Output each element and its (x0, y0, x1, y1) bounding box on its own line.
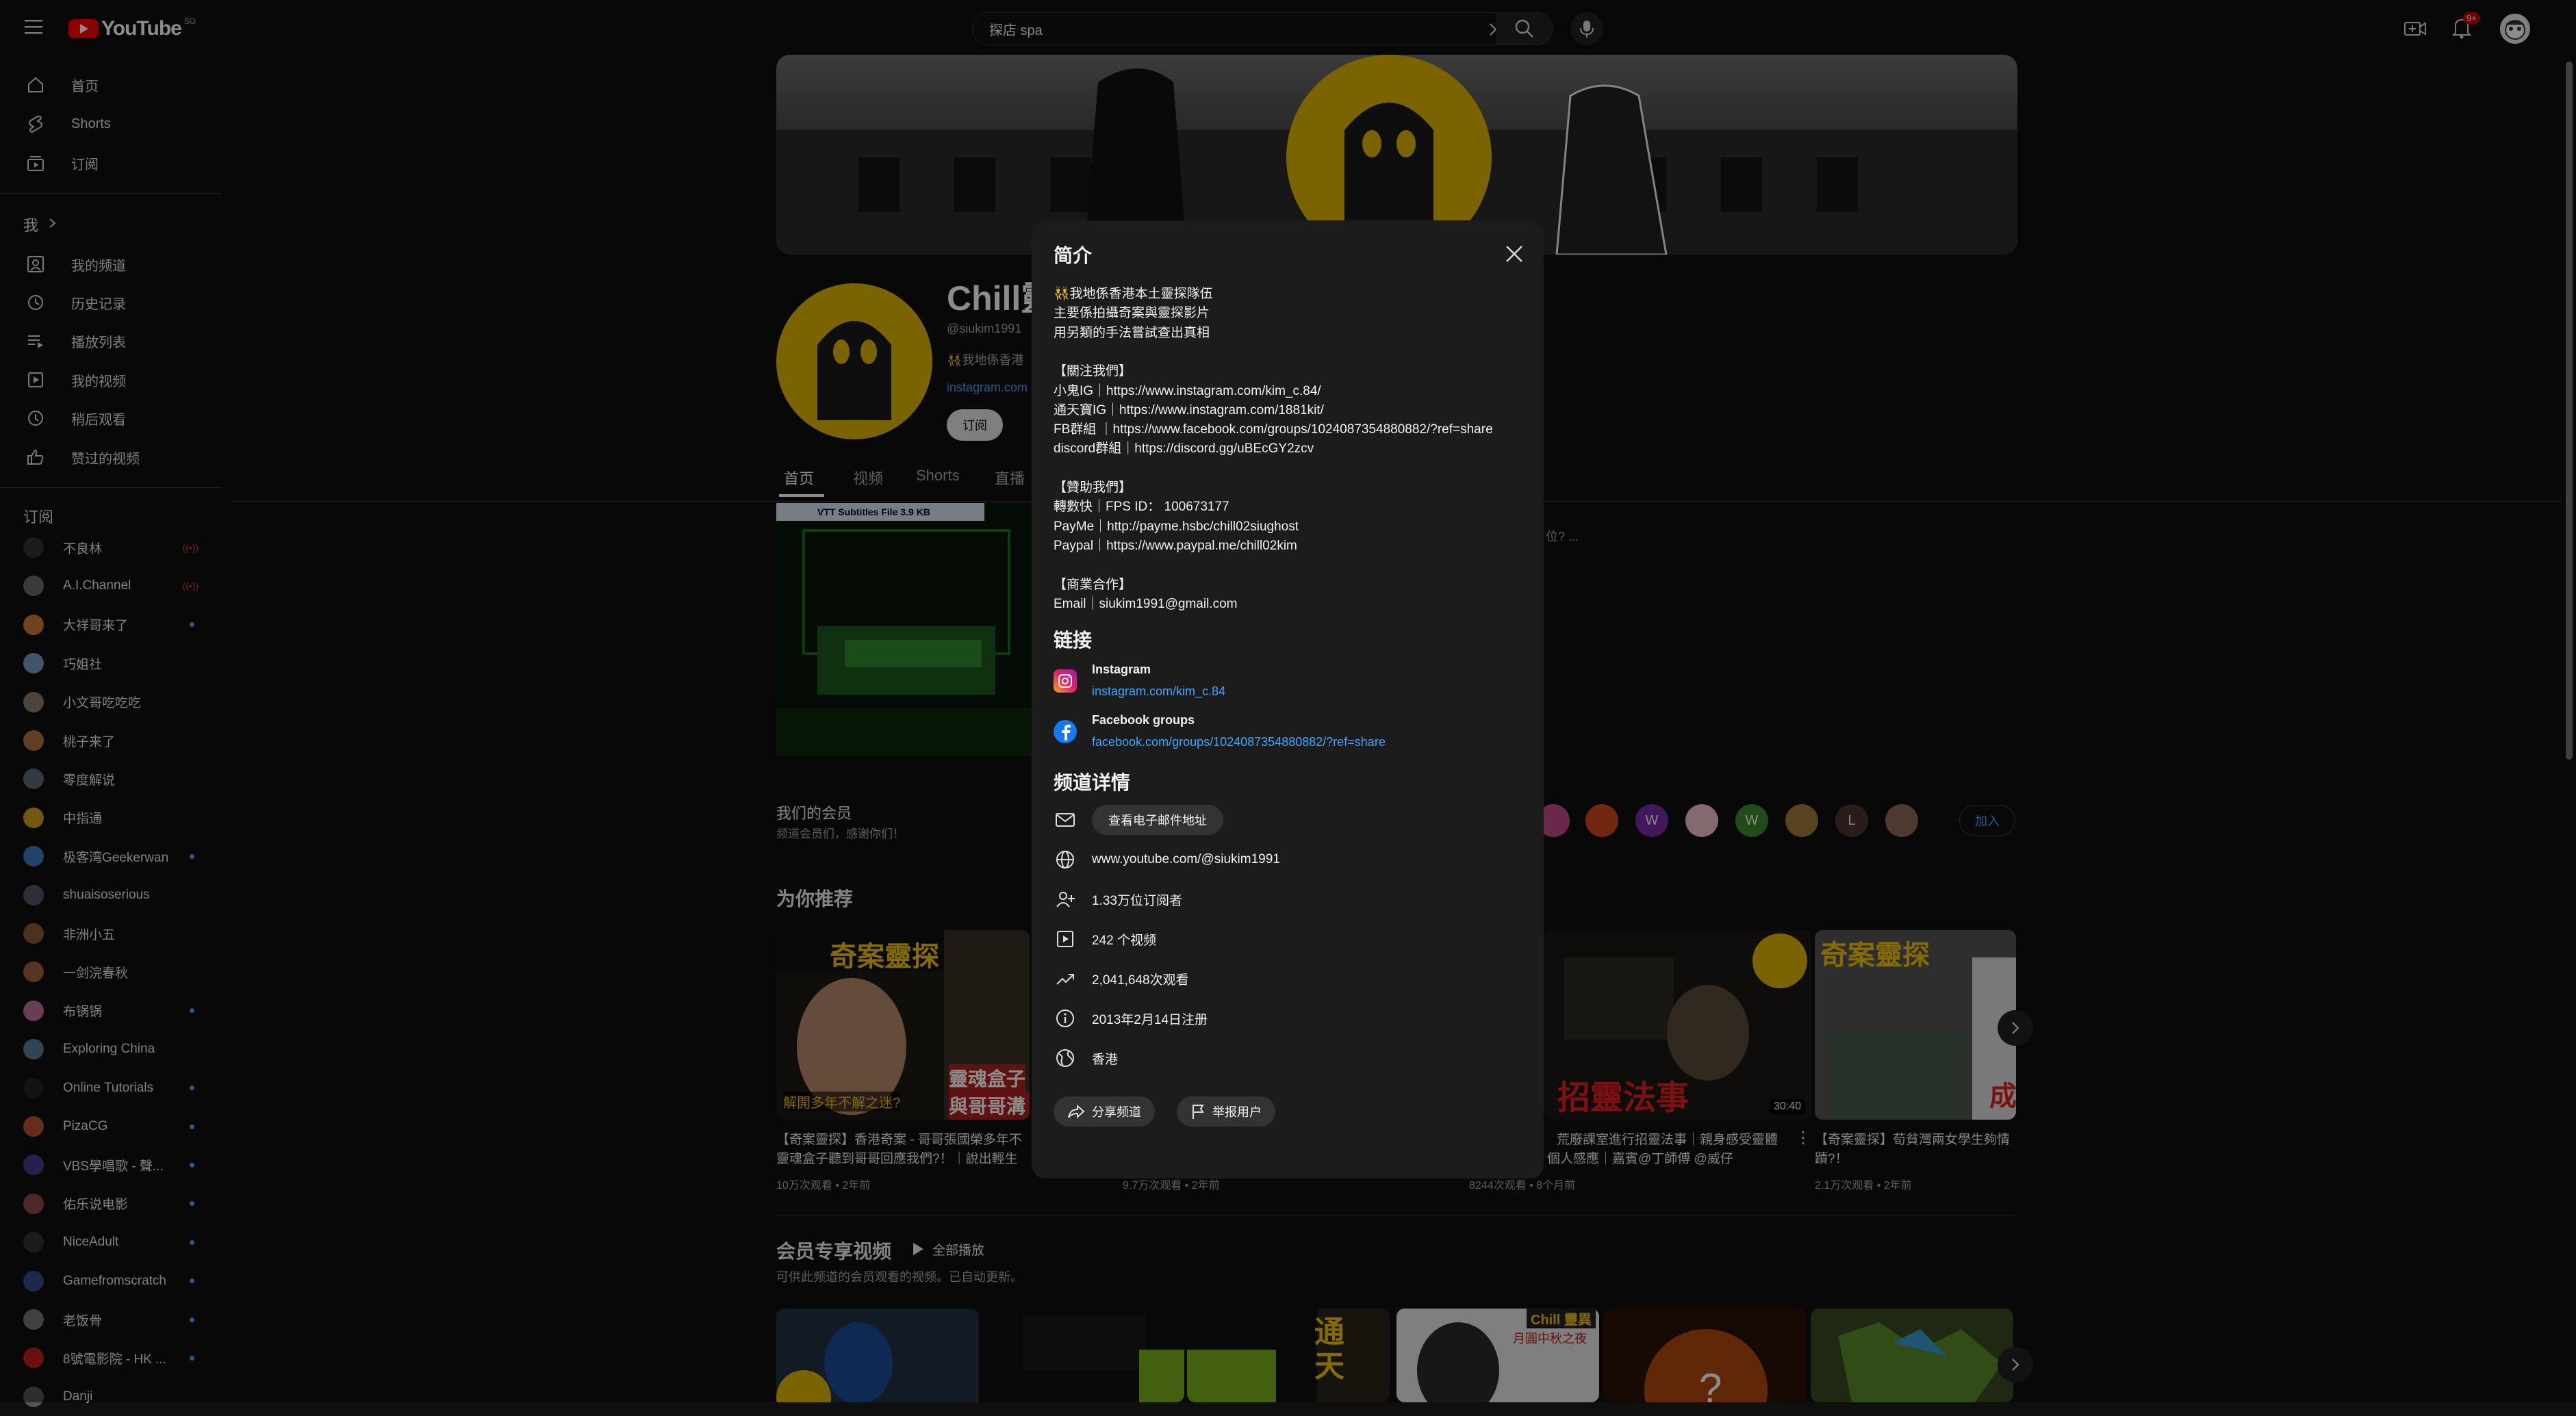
share-channel-button[interactable]: 分享频道 (1054, 1096, 1155, 1127)
details-title: 频道详情 (1054, 772, 1131, 793)
view-email-button[interactable]: 查看电子邮件地址 (1092, 805, 1223, 835)
report-label: 举报用户 (1212, 1105, 1262, 1119)
link-name: Instagram (1092, 662, 1151, 676)
detail-views: 2,041,648次观看 (1054, 965, 1189, 992)
description-line: 【商業合作】 (1054, 577, 1132, 592)
view-count: 2,041,648次观看 (1092, 973, 1189, 988)
website-url[interactable]: www.youtube.com/@siukim1991 (1092, 852, 1280, 867)
link-name: Facebook groups (1092, 713, 1195, 727)
flag-icon (1193, 1105, 1204, 1119)
info-icon (1054, 1007, 1077, 1030)
location: 香港 (1092, 1052, 1119, 1067)
globe-icon (1054, 848, 1077, 871)
description-line: 【贊助我們】 (1054, 480, 1132, 495)
description-line: FB群組 ｜https://www.facebook.com/groups/10… (1054, 422, 1493, 437)
description-line: 【關注我們】 (1054, 364, 1132, 379)
share-icon (1068, 1104, 1085, 1119)
close-button[interactable] (1500, 240, 1529, 268)
link-url[interactable]: facebook.com/groups/1024087354880882/?re… (1092, 735, 1386, 749)
about-title: 简介 (1054, 245, 1093, 266)
share-label: 分享频道 (1092, 1105, 1141, 1119)
instagram-icon (1054, 669, 1077, 693)
description-line: 轉數快｜FPS ID： 100673177 (1054, 500, 1229, 515)
description-line: 主要係拍攝奇案與靈探影片 (1054, 306, 1210, 321)
video-count: 242 个视频 (1092, 933, 1156, 948)
joined-date: 2013年2月14日注册 (1092, 1012, 1208, 1027)
detail-subscribers: 1.33万位订阅者 (1054, 886, 1182, 913)
view-email-label: 查看电子邮件地址 (1108, 814, 1207, 827)
detail-email: 查看电子邮件地址 (1054, 805, 1223, 835)
link-instagram[interactable]: Instagram instagram.com/kim_c.84 (1054, 662, 1519, 704)
link-facebook[interactable]: Facebook groups facebook.com/groups/1024… (1054, 713, 1519, 754)
detail-website: www.youtube.com/@siukim1991 (1054, 846, 1280, 873)
subscribers-icon (1054, 888, 1077, 911)
mail-icon (1054, 808, 1077, 832)
description-line: Paypal｜https://www.paypal.me/chill02kim (1054, 538, 1297, 553)
detail-location: 香港 (1054, 1044, 1118, 1072)
detail-videos: 242 个视频 (1054, 925, 1156, 953)
description-line: Email｜siukim1991@gmail.com (1054, 596, 1238, 611)
link-url[interactable]: instagram.com/kim_c.84 (1092, 684, 1225, 699)
links-title: 链接 (1054, 630, 1093, 651)
description-line: 用另類的手法嘗試查出真相 (1054, 325, 1210, 340)
subscribers-count: 1.33万位订阅者 (1092, 893, 1182, 908)
close-icon (1506, 246, 1522, 262)
description-line: 小鬼IG｜https://www.instagram.com/kim_c.84/ (1054, 383, 1321, 398)
detail-joined: 2013年2月14日注册 (1054, 1005, 1208, 1032)
description-line: 通天寶IG｜https://www.instagram.com/1881kit/ (1054, 402, 1324, 417)
facebook-icon (1054, 720, 1077, 743)
report-user-button[interactable]: 举报用户 (1177, 1096, 1275, 1127)
location-globe-icon (1054, 1046, 1077, 1070)
about-dialog: 简介 链接 Instagram instagram.com/kim_c.84 F… (1032, 220, 1544, 1179)
video-count-icon (1054, 927, 1077, 951)
description-line: PayMe｜http://payme.hsbc/chill02siughost (1054, 519, 1299, 534)
description-line: discord群組｜https://discord.gg/uBEcGY2zcv (1054, 441, 1314, 456)
description-line: 👯我地係香港本土靈探隊伍 (1054, 287, 1213, 301)
trending-icon (1054, 967, 1077, 990)
